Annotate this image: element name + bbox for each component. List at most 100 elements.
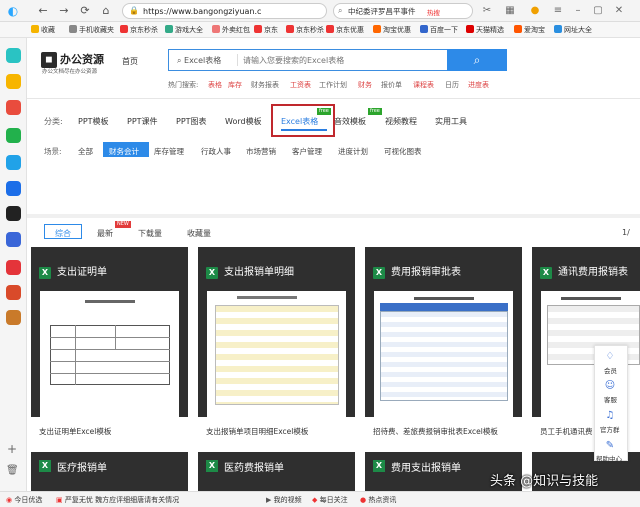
- float-service-label[interactable]: 客服: [604, 394, 617, 404]
- hot-word[interactable]: 工资表: [290, 80, 311, 90]
- close-icon[interactable]: ✕: [612, 4, 626, 18]
- add-icon[interactable]: +: [7, 442, 17, 456]
- hot-word[interactable]: 报价单: [381, 80, 402, 90]
- sidebar-app-icon[interactable]: [6, 232, 21, 247]
- maximize-icon[interactable]: ▢: [591, 4, 605, 18]
- scene-hr[interactable]: 行政人事: [201, 146, 231, 157]
- tab-ppt-courseware[interactable]: PPT课件: [127, 116, 158, 127]
- scene-finance[interactable]: 财务会计: [109, 146, 139, 157]
- status-item[interactable]: ▶ 我的视频: [266, 495, 302, 505]
- bookmark-item[interactable]: 手机收藏夹: [69, 25, 114, 35]
- menu-icon[interactable]: ≡: [551, 4, 565, 18]
- tab-excel[interactable]: Excel表格: [281, 116, 318, 127]
- nav-home-link[interactable]: 首页: [122, 56, 138, 67]
- scene-visual-chart[interactable]: 可视化图表: [384, 146, 422, 157]
- trash-icon[interactable]: 🗑: [6, 465, 19, 476]
- template-card[interactable]: X 支出证明单 支出证明单Excel模板: [31, 247, 188, 444]
- sort-comprehensive[interactable]: 综合: [55, 228, 71, 239]
- sort-latest[interactable]: 最新: [97, 228, 113, 239]
- customer-service-icon[interactable]: ☺: [603, 380, 617, 392]
- bookmark-item[interactable]: 爱淘宝: [514, 25, 545, 35]
- refresh-icon[interactable]: ⟳: [78, 4, 92, 18]
- edit-icon[interactable]: ✎: [603, 440, 617, 452]
- scissors-icon[interactable]: ✂: [480, 4, 494, 18]
- hot-word[interactable]: 财务报表: [251, 80, 279, 90]
- grid-icon[interactable]: ▦: [503, 4, 517, 18]
- card-caption: 员工手机通讯费: [540, 427, 593, 436]
- template-card[interactable]: X 费用报销审批表 招待费、差旅费报销审批表Excel模板: [365, 247, 522, 444]
- sidebar-game-icon[interactable]: [6, 310, 21, 325]
- hot-word[interactable]: 库存: [228, 80, 242, 90]
- site-logo[interactable]: ◼ 办公资源 办公文档尽在办公资源: [41, 48, 111, 76]
- excel-icon: X: [39, 460, 51, 472]
- scene-inventory[interactable]: 库存管理: [154, 146, 184, 157]
- scene-customer[interactable]: 客户管理: [292, 146, 322, 157]
- status-item[interactable]: ● 热点资讯: [360, 495, 396, 505]
- sidebar-app-icon[interactable]: [6, 206, 21, 221]
- bookmark-item[interactable]: 百度一下: [420, 25, 458, 35]
- sort-downloads[interactable]: 下载量: [138, 228, 162, 239]
- tab-ppt-template[interactable]: PPT模板: [78, 116, 109, 127]
- hot-word[interactable]: 工作计划: [319, 80, 347, 90]
- browser-search-box[interactable]: ⌕ 中纪委评罗昌平事件 热搜: [333, 3, 473, 19]
- tab-audio-template[interactable]: 音效模板: [334, 116, 366, 127]
- scene-marketing[interactable]: 市场营销: [246, 146, 276, 157]
- tab-ppt-chart[interactable]: PPT图表: [176, 116, 207, 127]
- scene-all[interactable]: 全部: [78, 146, 93, 157]
- back-icon[interactable]: ←: [36, 4, 50, 18]
- float-help-label[interactable]: 帮助中心: [596, 453, 622, 463]
- float-group-label[interactable]: 官方群: [600, 424, 620, 434]
- group-icon[interactable]: ♫: [603, 410, 617, 422]
- bookmark-item[interactable]: 外卖红包: [212, 25, 250, 35]
- tab-video-tutorial[interactable]: 视频教程: [385, 116, 417, 127]
- sidebar-app-icon[interactable]: [6, 260, 21, 275]
- template-card[interactable]: X 医疗报销单: [31, 452, 188, 491]
- sidebar-app-icon[interactable]: [6, 155, 21, 170]
- sidebar-star-icon[interactable]: [6, 74, 21, 89]
- hot-word[interactable]: 课程表: [413, 80, 434, 90]
- sidebar-app-icon[interactable]: [6, 181, 21, 196]
- bookmark-item[interactable]: 天猫精选: [466, 25, 504, 35]
- forward-icon[interactable]: →: [57, 4, 71, 18]
- site-search-button[interactable]: ⌕: [447, 49, 507, 71]
- site-search-input[interactable]: [243, 53, 433, 67]
- bookmark-item[interactable]: 淘宝优惠: [373, 25, 411, 35]
- status-item[interactable]: ▣ 严复无忧 魏方应评细细唐请有关情况: [56, 495, 179, 505]
- status-item[interactable]: ◆ 每日关注: [312, 495, 348, 505]
- sidebar-weibo-icon[interactable]: [6, 100, 21, 115]
- template-card[interactable]: X 医药费报销单: [198, 452, 355, 491]
- float-vip-label[interactable]: 会员: [604, 365, 617, 375]
- bookmarks-bar: 收藏 手机收藏夹 京东秒杀 游戏大全 外卖红包 京东 京东秒杀 京东优惠 淘宝优…: [0, 22, 640, 38]
- sidebar-app-icon[interactable]: [6, 48, 21, 63]
- browser-search-text: 中纪委评罗昌平事件: [348, 7, 416, 16]
- hot-word[interactable]: 进度表: [468, 80, 489, 90]
- card-title: 支出报销单明细: [224, 267, 294, 278]
- hot-word[interactable]: 日历: [445, 80, 459, 90]
- coin-icon[interactable]: ●: [528, 4, 542, 18]
- card-title: 通讯费用报销表: [558, 267, 628, 278]
- document-preview: [207, 291, 346, 417]
- hot-word[interactable]: 财务: [358, 80, 372, 90]
- sort-favorites[interactable]: 收藏量: [187, 228, 211, 239]
- bookmark-item[interactable]: 收藏: [31, 25, 55, 35]
- minimize-icon[interactable]: –: [571, 4, 585, 18]
- status-item[interactable]: ◉ 今日优选: [6, 495, 42, 505]
- bookmark-item[interactable]: 网址大全: [554, 25, 592, 35]
- bookmark-item[interactable]: 京东秒杀: [120, 25, 158, 35]
- search-category-select[interactable]: ⌕ Excel表格: [177, 55, 221, 66]
- template-card[interactable]: X 支出报销单明细 支出报销单项目明细Excel模板: [198, 247, 355, 444]
- hot-word[interactable]: 表格: [208, 80, 222, 90]
- tab-word-template[interactable]: Word模板: [225, 116, 262, 127]
- home-icon[interactable]: ⌂: [99, 4, 113, 18]
- bookmark-item[interactable]: 京东: [254, 25, 278, 35]
- scene-schedule[interactable]: 进度计划: [338, 146, 368, 157]
- divider: [27, 214, 640, 218]
- tab-tools[interactable]: 实用工具: [435, 116, 467, 127]
- bookmark-item[interactable]: 京东优惠: [326, 25, 364, 35]
- bookmark-item[interactable]: 京东秒杀: [286, 25, 324, 35]
- address-bar[interactable]: 🔒 https://www.bangongziyuan.c: [122, 3, 327, 19]
- sidebar-app-icon[interactable]: [6, 128, 21, 143]
- bookmark-item[interactable]: 游戏大全: [165, 25, 203, 35]
- sidebar-game-icon[interactable]: [6, 285, 21, 300]
- vip-icon[interactable]: ♢: [603, 351, 617, 363]
